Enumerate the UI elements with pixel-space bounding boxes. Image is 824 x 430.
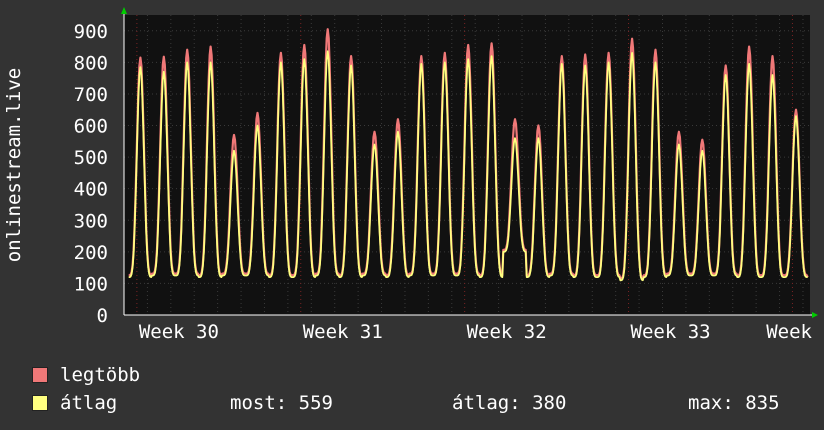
y-axis-label: onlinestream.live: [3, 68, 25, 262]
y-tick-label: 0: [97, 305, 108, 327]
legend-item-avg: átlag: [32, 392, 118, 414]
x-tick-label: Week 30: [139, 321, 219, 343]
y-tick-label: 100: [74, 273, 108, 295]
stat-max: max: 835: [688, 392, 780, 414]
x-tick-label: Week: [766, 321, 812, 343]
y-axis-arrow-icon: [121, 7, 127, 14]
y-tick-label: 200: [74, 242, 108, 264]
stat-now: most: 559: [230, 392, 333, 414]
y-axis-ticks: 0 100 200 300 400 500 600 700 800 900: [74, 21, 108, 327]
legend-item-max: legtöbb: [32, 364, 141, 386]
y-tick-label: 900: [74, 21, 108, 43]
x-axis-ticks: Week 30 Week 31 Week 32 Week 33 Week: [139, 321, 813, 343]
legend-swatch-avg: [32, 395, 48, 411]
x-tick-label: Week 33: [631, 321, 711, 343]
y-tick-label: 500: [74, 147, 108, 169]
y-tick-label: 700: [74, 84, 108, 106]
x-tick-label: Week 32: [467, 321, 547, 343]
line-chart: 0100200300400500600700800900 Week 30 Week…: [3, 7, 818, 343]
y-tick-label: 600: [74, 116, 108, 138]
stat-average: átlag: 380: [452, 392, 567, 414]
y-tick-label: 800: [74, 52, 108, 74]
x-tick-label: Week 31: [303, 321, 383, 343]
y-tick-label: 400: [74, 179, 108, 201]
x-axis-arrow-icon: [812, 312, 818, 318]
y-tick-label: 300: [74, 210, 108, 232]
legend-label-max: legtöbb: [60, 364, 141, 386]
legend-swatch-max: [32, 367, 48, 383]
legend-label-avg: átlag: [60, 392, 118, 414]
